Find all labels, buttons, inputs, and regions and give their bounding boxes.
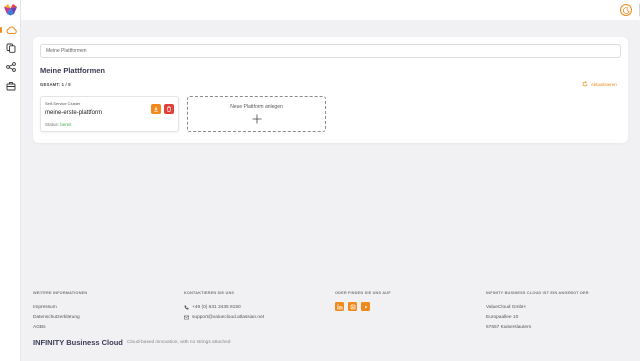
sidebar-item-business[interactable] (5, 80, 17, 92)
linkedin-icon[interactable] (335, 302, 344, 311)
theme-toggle-button[interactable] (620, 4, 632, 16)
mail-icon (184, 315, 189, 319)
company-street: Europaallee 10 (486, 314, 519, 320)
add-platform-button[interactable]: Neue Plattform anlegen (187, 96, 326, 132)
platform-name: meine-erste-plattform (45, 110, 103, 116)
platform-card[interactable]: Self-Service Cluster meine-erste-plattfo… (40, 96, 179, 132)
briefcase-icon (6, 82, 16, 91)
imprint-link[interactable]: Impressum (33, 302, 87, 312)
footer-info-heading: WEITERE INFORMATIONEN (33, 291, 88, 295)
trash-icon (167, 106, 171, 112)
download-button[interactable] (151, 104, 161, 114)
sidebar-item-copy[interactable] (5, 42, 17, 54)
page-title: Meine Plattformen (40, 66, 106, 75)
download-icon (154, 106, 158, 112)
copy-icon (6, 43, 16, 53)
company-name: ValueCloud GmbH (486, 304, 526, 310)
cloud-icon (6, 26, 17, 34)
platforms-panel: Meine Plattformen Meine Plattformen GESA… (33, 37, 628, 143)
footer-social: ODER FINDEN SIE UNS AUF (335, 291, 391, 311)
youtube-icon[interactable] (361, 302, 370, 311)
platform-type: Self-Service Cluster (45, 101, 81, 106)
sidebar-item-share[interactable] (5, 61, 17, 73)
moon-icon (622, 6, 630, 14)
add-platform-label: Neue Plattform anlegen (230, 104, 283, 110)
delete-button[interactable] (164, 104, 174, 114)
company-city: 67657 Kaiserslautern (486, 324, 532, 330)
breadcrumb: Meine Plattformen (40, 44, 621, 58)
share-icon (6, 62, 16, 72)
email-link[interactable]: support@valuecloud.atlassian.net (184, 312, 264, 322)
refresh-label: Aktualisieren (591, 81, 617, 87)
sidebar-item-platforms[interactable] (5, 24, 17, 36)
privacy-link[interactable]: Datenschutzerklärung (33, 312, 87, 322)
phone-number: +49 (0) 631 3435 8150 (192, 304, 241, 310)
footer-info: WEITERE INFORMATIONEN Impressum Datensch… (33, 291, 87, 332)
sidebar (0, 0, 21, 361)
footer-brand: INFINITY Business Cloud (33, 338, 123, 347)
status-value: bereit (60, 122, 72, 127)
footer-contact-heading: KONTAKTIEREN SIE UNS (184, 291, 235, 295)
phone-link[interactable]: +49 (0) 631 3435 8150 (184, 302, 264, 312)
status-label: Status: (45, 122, 60, 127)
footer-company-heading: INFINITY BUSINESS CLOUD IST EIN ANGEBOT … (486, 291, 589, 295)
top-bar (21, 0, 640, 20)
refresh-button[interactable]: Aktualisieren (582, 81, 617, 87)
refresh-icon (582, 81, 588, 87)
terms-link[interactable]: AGBs (33, 322, 87, 332)
footer-social-heading: ODER FINDEN SIE UNS AUF (335, 291, 391, 295)
footer-tagline: Cloud-based innovation, with no strings … (127, 340, 231, 345)
infinity-logo[interactable] (3, 3, 18, 16)
platform-status: Status: bereit (45, 122, 72, 127)
footer-company: INFINITY BUSINESS CLOUD IST EIN ANGEBOT … (486, 291, 589, 332)
phone-icon (184, 305, 189, 310)
blogger-icon[interactable] (348, 302, 357, 311)
email-address: support@valuecloud.atlassian.net (192, 314, 265, 320)
platform-count: GESAMT: 1 / 5 (40, 82, 71, 87)
footer-contact: KONTAKTIEREN SIE UNS +49 (0) 631 3435 81… (184, 291, 264, 322)
plus-icon (252, 114, 262, 124)
active-indicator (0, 27, 2, 33)
